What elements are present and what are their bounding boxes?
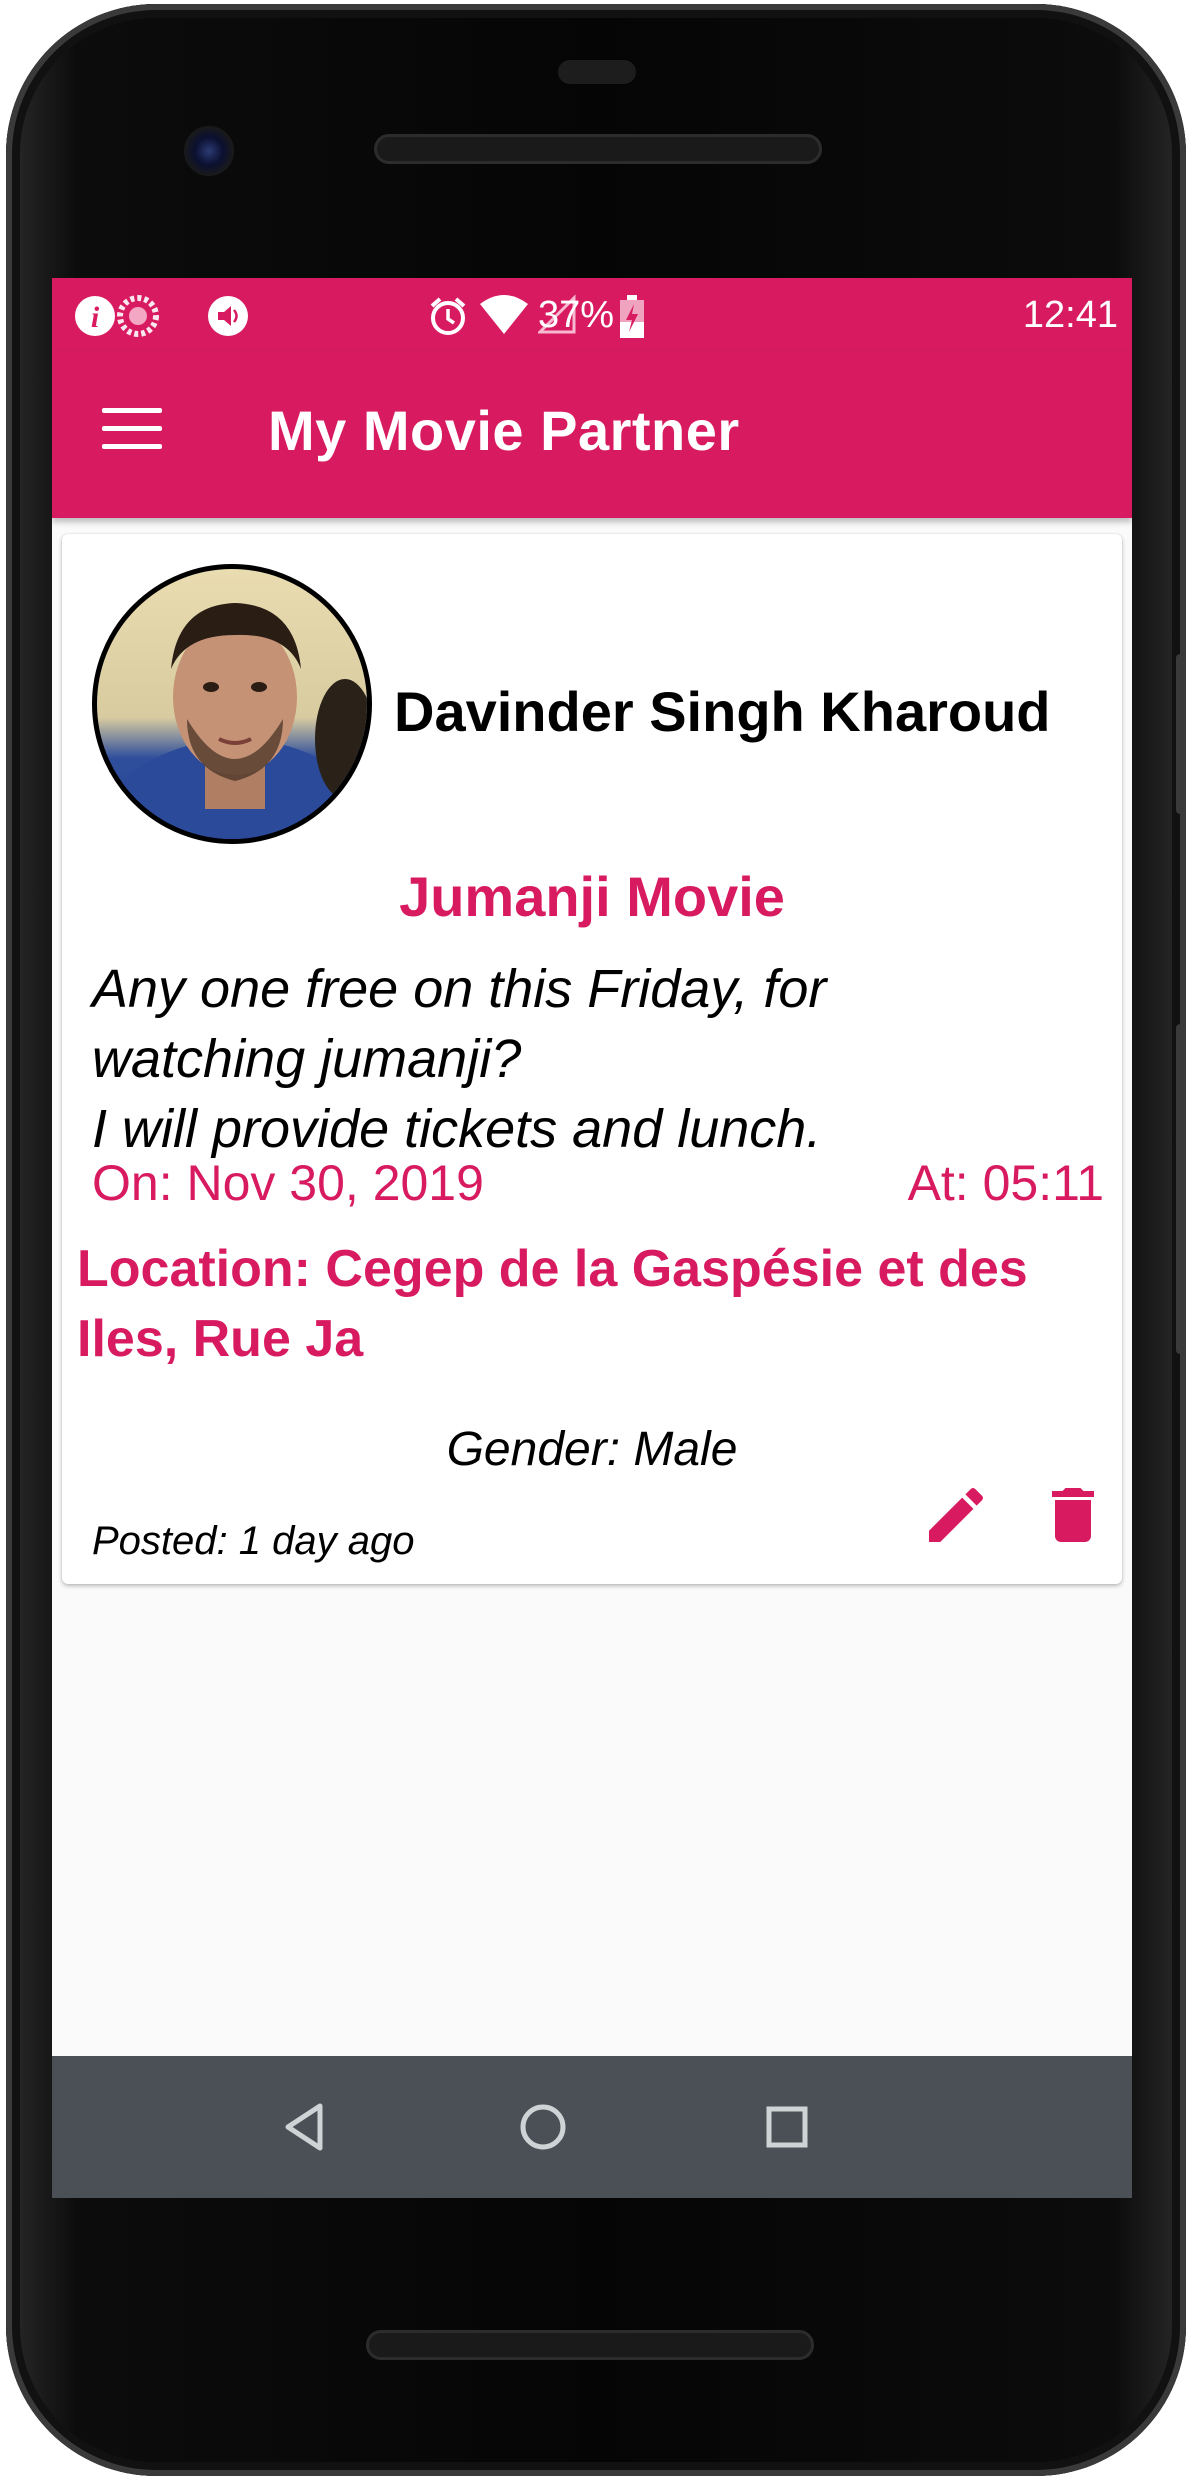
bottom-speaker-grille xyxy=(366,2330,814,2360)
post-location-line: Location: Cegep de la Gaspésie et des xyxy=(77,1240,1028,1298)
post-location-line: Iles, Rue Ja xyxy=(77,1310,364,1368)
post-time: At: 05:11 xyxy=(907,1155,1104,1211)
avatar[interactable] xyxy=(92,564,372,844)
post-description-line: Any one free on this Friday, for xyxy=(92,959,827,1019)
post-date: On: Nov 30, 2019 xyxy=(92,1155,484,1211)
power-button xyxy=(1176,654,1186,814)
pencil-icon xyxy=(929,1487,984,1542)
posted-time: Posted: 1 day ago xyxy=(92,1519,415,1563)
app-notification-icon: i xyxy=(75,296,115,336)
svg-text:i: i xyxy=(91,301,100,334)
battery-percent: 37% xyxy=(537,294,614,336)
volume-button xyxy=(1176,1024,1186,1354)
status-time: 12:41 xyxy=(1022,294,1118,336)
post-title: Jumanji Movie xyxy=(399,865,785,928)
trash-icon xyxy=(1052,1488,1094,1542)
top-speaker-grille xyxy=(374,134,822,164)
post-description-line: watching jumanji? xyxy=(92,1029,522,1089)
edit-button[interactable] xyxy=(920,1479,992,1551)
alarm-icon xyxy=(430,297,466,335)
screen: i 37% 12:41 My Movie Partner Davinder Si… xyxy=(52,278,1132,2198)
back-triangle-icon[interactable] xyxy=(270,2092,340,2162)
recents-square-icon[interactable] xyxy=(752,2092,822,2162)
system-navigation-bar xyxy=(52,2056,1132,2198)
post-card[interactable]: Davinder Singh Kharoud Jumanji Movie Any… xyxy=(62,534,1122,1584)
home-circle-icon[interactable] xyxy=(508,2092,578,2162)
front-camera xyxy=(184,126,234,176)
user-name: Davinder Singh Kharoud xyxy=(394,680,1051,743)
post-location: Location: Cegep de la Gaspésie et des Il… xyxy=(77,1234,1117,1374)
post-gender: Gender: Male xyxy=(446,1423,738,1476)
hamburger-menu-icon[interactable] xyxy=(102,408,162,460)
post-description: Any one free on this Friday, for watchin… xyxy=(92,954,1092,1164)
wifi-icon xyxy=(480,295,528,334)
earpiece xyxy=(558,60,636,84)
delete-button[interactable] xyxy=(1037,1479,1109,1551)
volume-icon xyxy=(208,296,248,336)
status-bar: i 37% 12:41 xyxy=(52,278,1132,352)
user-photo xyxy=(97,603,367,839)
sync-icon xyxy=(117,295,159,337)
app-title: My Movie Partner xyxy=(268,399,740,462)
app-bar: My Movie Partner xyxy=(52,352,1132,518)
